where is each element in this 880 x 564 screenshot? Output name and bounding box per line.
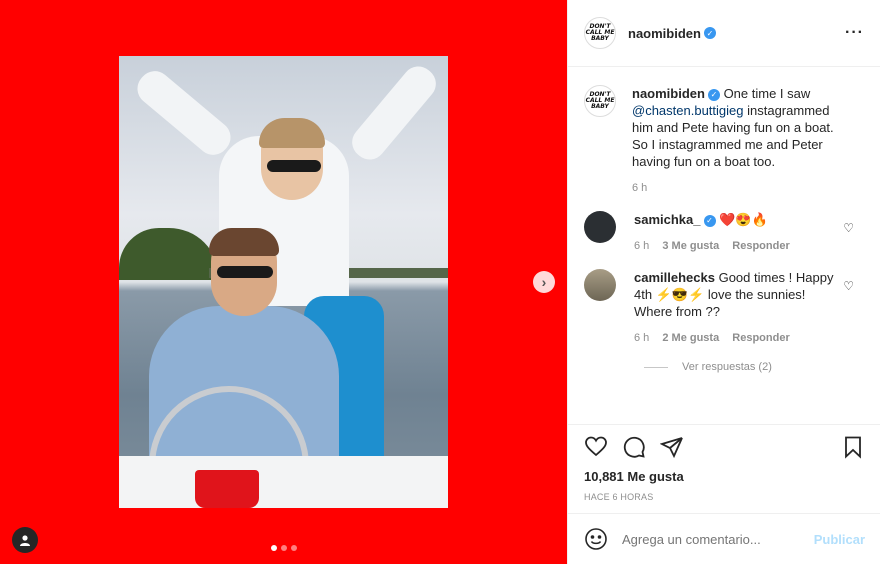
- view-replies-button[interactable]: Ver respuestas (2): [644, 361, 864, 373]
- carousel-dot: [281, 545, 287, 551]
- likes-count[interactable]: 10,881 Me gusta: [584, 469, 865, 484]
- comment-text: ❤️😍🔥: [719, 212, 768, 227]
- photo-red-cup: [195, 470, 259, 508]
- share-icon[interactable]: [660, 435, 684, 459]
- photo-trees: [119, 228, 219, 280]
- comment-reply-button[interactable]: Responder: [732, 240, 789, 252]
- comment-likes[interactable]: 3 Me gusta: [662, 240, 719, 252]
- commenter-avatar[interactable]: [584, 269, 616, 301]
- post-timestamp: HACE 6 HORAS: [584, 492, 654, 502]
- commenter-avatar[interactable]: [584, 211, 616, 243]
- post-comment-button[interactable]: Publicar: [814, 532, 865, 547]
- author-avatar[interactable]: DON'T CALL ME BABY: [584, 17, 616, 49]
- chevron-right-icon: ›: [541, 274, 547, 290]
- replies-divider: [644, 366, 668, 368]
- user-icon: [20, 535, 30, 546]
- post-actions: 10,881 Me gusta HACE 6 HORAS: [568, 424, 880, 512]
- save-bookmark-icon[interactable]: [841, 435, 865, 459]
- caption-text-before: One time I saw: [719, 86, 811, 101]
- comment-reply-button[interactable]: Responder: [732, 332, 789, 344]
- caption: DON'T CALL ME BABY naomibiden ✓ One time …: [584, 85, 864, 197]
- photo-boat: [119, 456, 448, 508]
- post-modal: › DON'T CALL ME BABY naomibiden ✓ ··· DO…: [0, 0, 880, 564]
- comment-time: 6 h: [634, 240, 650, 252]
- verified-badge-icon: ✓: [703, 214, 716, 227]
- more-options-icon[interactable]: ···: [845, 24, 864, 42]
- comment-item: samichka_ ✓ ❤️😍🔥 6 h 3 Me gusta Responder…: [584, 211, 864, 255]
- post-photo[interactable]: [119, 56, 448, 508]
- photo-sunglasses: [267, 160, 321, 172]
- caption-username[interactable]: naomibiden: [632, 86, 705, 101]
- photo-woman-hair: [259, 118, 325, 148]
- emoji-icon[interactable]: [584, 527, 608, 551]
- comment-username[interactable]: samichka_: [634, 212, 701, 227]
- photo-man-hair: [209, 228, 279, 256]
- caption-time: 6 h: [632, 182, 648, 194]
- comment-input[interactable]: [622, 531, 814, 547]
- comment-icon[interactable]: [622, 435, 646, 459]
- comment-like-heart-icon[interactable]: ♡: [843, 221, 854, 235]
- post-header: DON'T CALL ME BABY naomibiden ✓ ···: [568, 0, 880, 67]
- comment-like-heart-icon[interactable]: ♡: [843, 279, 854, 293]
- view-replies-label: Ver respuestas (2): [682, 361, 772, 373]
- photo-arm: [130, 64, 238, 162]
- comment-likes[interactable]: 2 Me gusta: [662, 332, 719, 344]
- verified-badge-icon: ✓: [707, 88, 720, 101]
- post-sidebar: DON'T CALL ME BABY naomibiden ✓ ··· DON'…: [567, 0, 880, 564]
- add-comment-bar: Publicar: [568, 513, 880, 564]
- comment-time: 6 h: [634, 332, 650, 344]
- carousel-dot: [271, 545, 277, 551]
- tagged-users-button[interactable]: [12, 527, 38, 553]
- comment-username[interactable]: camillehecks: [634, 270, 715, 285]
- verified-badge-icon: ✓: [703, 27, 716, 39]
- comments-list: DON'T CALL ME BABY naomibiden ✓ One time …: [568, 67, 880, 425]
- author-username[interactable]: naomibiden: [628, 26, 701, 41]
- caption-mention-link[interactable]: @chasten.buttigieg: [632, 103, 744, 118]
- carousel-dot: [291, 545, 297, 551]
- caption-avatar[interactable]: DON'T CALL ME BABY: [584, 85, 616, 117]
- carousel-next-button[interactable]: ›: [533, 271, 555, 293]
- heart-icon[interactable]: [584, 435, 608, 459]
- post-media-area: ›: [0, 0, 567, 564]
- comment-item: camillehecks Good times ! Happy 4th ⚡😎⚡ …: [584, 269, 864, 347]
- carousel-indicator: [271, 545, 297, 551]
- photo-arm: [345, 59, 443, 167]
- photo-sunglasses: [217, 266, 273, 278]
